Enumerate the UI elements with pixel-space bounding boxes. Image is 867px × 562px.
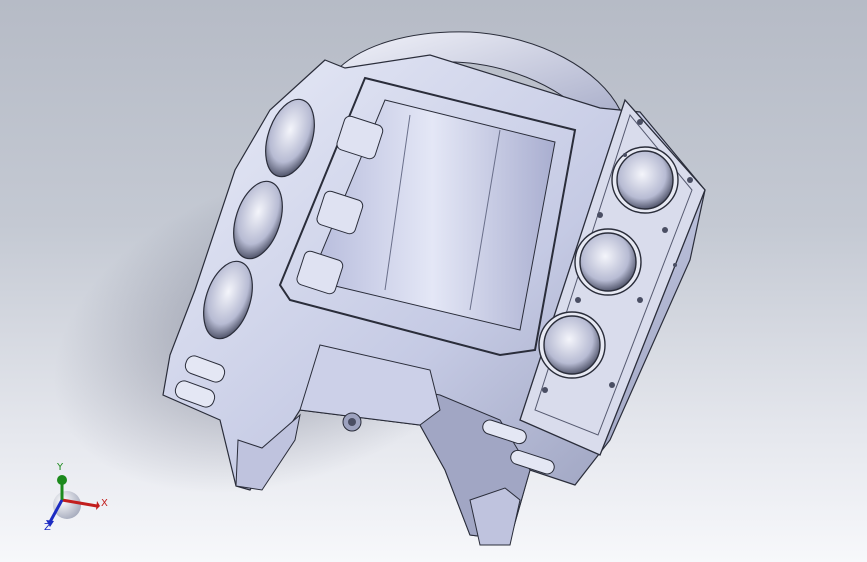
x-axis-label: X: [101, 498, 108, 509]
engine-block-model[interactable]: [0, 0, 867, 562]
x-axis-arrowhead: [96, 501, 100, 510]
y-axis-label: Y: [57, 462, 64, 473]
y-axis-cap: [57, 475, 67, 485]
triad-sphere: [53, 491, 81, 519]
z-axis-label: Z: [44, 522, 51, 533]
graphics-viewport[interactable]: X Y Z: [0, 0, 867, 562]
reference-triad: [46, 475, 100, 527]
front-boss-hole-inner: [348, 418, 356, 426]
